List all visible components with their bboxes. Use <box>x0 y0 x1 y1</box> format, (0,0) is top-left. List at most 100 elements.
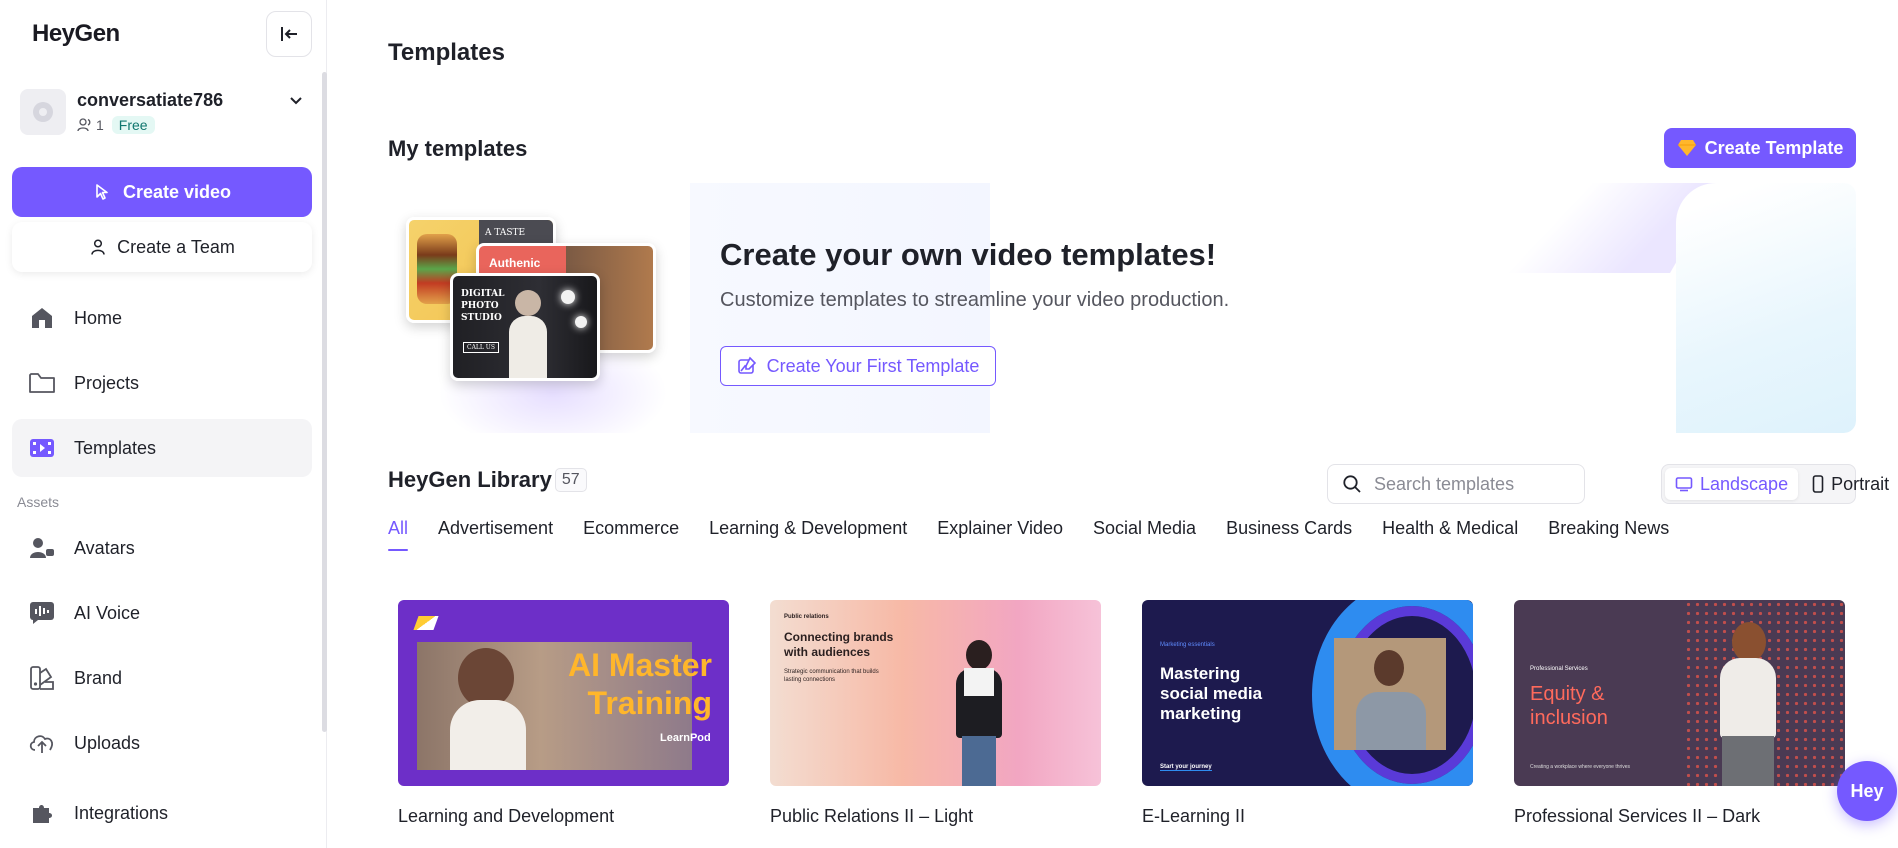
template-card[interactable]: AI Master Training LearnPod Learning and… <box>398 600 729 827</box>
sidebar-item-label: Brand <box>74 667 123 688</box>
edit-image-icon <box>737 356 756 374</box>
tab-advertisement[interactable]: Advertisement <box>438 518 553 551</box>
thumb-headline: Equity & inclusion <box>1530 683 1608 729</box>
account-name: conversatiate786 <box>77 90 224 110</box>
sidebar-item-avatars[interactable]: Avatars <box>12 519 312 577</box>
brand-icon <box>28 664 56 692</box>
sidebar-item-label: Templates <box>74 437 157 458</box>
sidebar-item-label: Home <box>74 307 123 328</box>
member-count: 1 <box>96 117 104 133</box>
portrait-label: Portrait <box>1831 473 1890 494</box>
tab-health-medical[interactable]: Health & Medical <box>1382 518 1518 551</box>
create-template-label: Create Template <box>1704 137 1844 158</box>
portrait-icon <box>1812 475 1824 493</box>
home-icon <box>28 304 56 332</box>
tab-business-cards[interactable]: Business Cards <box>1226 518 1352 551</box>
tab-social-media[interactable]: Social Media <box>1093 518 1196 551</box>
folder-icon <box>28 369 56 397</box>
sidebar-item-templates[interactable]: Templates <box>12 419 312 477</box>
members-icon <box>77 118 91 132</box>
heygen-logo[interactable]: HeyGen <box>32 20 120 48</box>
thumb-kicker: Marketing essentials <box>1160 642 1215 648</box>
my-templates-heading: My templates <box>388 136 528 161</box>
sidebar-item-label: Projects <box>74 372 140 393</box>
template-title: Professional Services II – Dark <box>1514 806 1761 826</box>
template-title: Learning and Development <box>398 806 615 826</box>
sidebar-item-label: Avatars <box>74 537 135 558</box>
sidebar-item-brand[interactable]: Brand <box>12 649 312 707</box>
create-video-button[interactable]: Create video <box>12 167 312 217</box>
cursor-icon <box>96 184 108 200</box>
create-template-banner: A TASTE Authenic DIGITAL PHOTO STUDIO CA… <box>388 183 1856 433</box>
avatar-icon <box>28 534 56 562</box>
tab-breaking-news[interactable]: Breaking News <box>1548 518 1669 551</box>
help-chat-button[interactable]: Hey <box>1837 761 1897 821</box>
sidebar-item-integrations[interactable]: Integrations <box>12 784 312 842</box>
assets-section-label: Assets <box>17 494 60 510</box>
avatar <box>20 89 66 135</box>
template-grid: AI Master Training LearnPod Learning and… <box>398 600 1845 827</box>
thumb-kicker: Public relations <box>784 614 829 620</box>
template-thumbnail[interactable]: Professional Services Equity & inclusion… <box>1514 600 1845 786</box>
sidebar-item-uploads[interactable]: Uploads <box>12 714 312 772</box>
template-title: Public Relations II – Light <box>770 806 974 826</box>
create-first-template-label: Create Your First Template <box>766 355 980 376</box>
landscape-icon <box>1675 477 1693 492</box>
tab-all[interactable]: All <box>388 518 409 551</box>
thumb-headline: Mastering social media marketing <box>1160 664 1263 723</box>
upload-icon <box>28 729 56 757</box>
template-illustration: A TASTE Authenic DIGITAL PHOTO STUDIO CA… <box>406 217 666 402</box>
sidebar-item-label: Uploads <box>74 732 141 753</box>
search-templates[interactable] <box>1327 464 1585 504</box>
thumb-brand: LearnPod <box>660 732 711 744</box>
portrait-option[interactable]: Portrait <box>1802 468 1898 500</box>
thumb-subtext: Creating a workplace where everyone thri… <box>1530 764 1631 770</box>
create-team-button[interactable]: Create a Team <box>12 222 312 272</box>
tab-ecommerce[interactable]: Ecommerce <box>583 518 679 551</box>
thumb-headline: AI Master Training <box>567 647 712 721</box>
library-count-badge: 57 <box>554 468 587 492</box>
tab-learning-development[interactable]: Learning & Development <box>709 518 907 551</box>
landscape-label: Landscape <box>1700 473 1789 494</box>
taste-label: A TASTE <box>485 228 526 238</box>
search-input[interactable] <box>1374 473 1564 495</box>
authentic-label: Authenic <box>489 256 541 270</box>
template-title: E-Learning II <box>1142 806 1246 826</box>
template-thumbnail[interactable]: Public relations Connecting brands with … <box>770 600 1101 786</box>
banner-subtext: Customize templates to streamline your v… <box>720 289 1230 311</box>
tab-explainer-video[interactable]: Explainer Video <box>937 518 1063 551</box>
thumb-kicker: Professional Services <box>1530 666 1588 672</box>
sidebar-item-ai-voice[interactable]: AI Voice <box>12 584 312 642</box>
studio-label: DIGITAL PHOTO STUDIO <box>461 289 505 323</box>
plan-badge: Free <box>111 116 155 134</box>
call-label: CALL US <box>463 342 499 353</box>
puzzle-icon <box>28 799 56 827</box>
person-icon <box>91 239 105 255</box>
template-thumbnail[interactable]: Marketing essentials Mastering social me… <box>1142 600 1473 786</box>
collapse-sidebar-button[interactable] <box>266 11 312 57</box>
template-card[interactable]: Professional Services Equity & inclusion… <box>1514 600 1845 827</box>
template-card[interactable]: Marketing essentials Mastering social me… <box>1142 600 1473 827</box>
thumb-subtext: Start your journey <box>1160 764 1212 771</box>
template-card[interactable]: Public relations Connecting brands with … <box>770 600 1101 827</box>
sidebar-item-home[interactable]: Home <box>12 289 312 347</box>
chevron-down-icon[interactable] <box>288 92 304 108</box>
create-template-button[interactable]: Create Template <box>1664 128 1856 168</box>
thumb-subtext: Strategic communication that builds last… <box>784 669 879 683</box>
account-switcher[interactable]: conversatiate786 1 Free <box>20 84 310 140</box>
thumb-headline: Connecting brands with audiences <box>784 630 894 659</box>
landscape-option[interactable]: Landscape <box>1665 468 1799 500</box>
sidebar: HeyGen conversatiate786 1 Free Create vi… <box>0 0 327 848</box>
template-thumbnail[interactable]: AI Master Training LearnPod <box>398 600 729 786</box>
create-first-template-button[interactable]: Create Your First Template <box>720 346 996 386</box>
banner-decoration <box>1676 183 1856 433</box>
banner-heading: Create your own video templates! <box>720 237 1217 272</box>
create-video-label: Create video <box>122 181 232 202</box>
library-heading: HeyGen Library 57 <box>388 467 587 493</box>
create-team-label: Create a Team <box>117 236 235 257</box>
workspace-avatar-icon <box>33 102 53 122</box>
sidebar-item-projects[interactable]: Projects <box>12 354 312 412</box>
diamond-icon <box>1677 140 1696 156</box>
voice-icon <box>28 599 56 627</box>
library-category-tabs: All Advertisement Ecommerce Learning & D… <box>388 518 1669 551</box>
